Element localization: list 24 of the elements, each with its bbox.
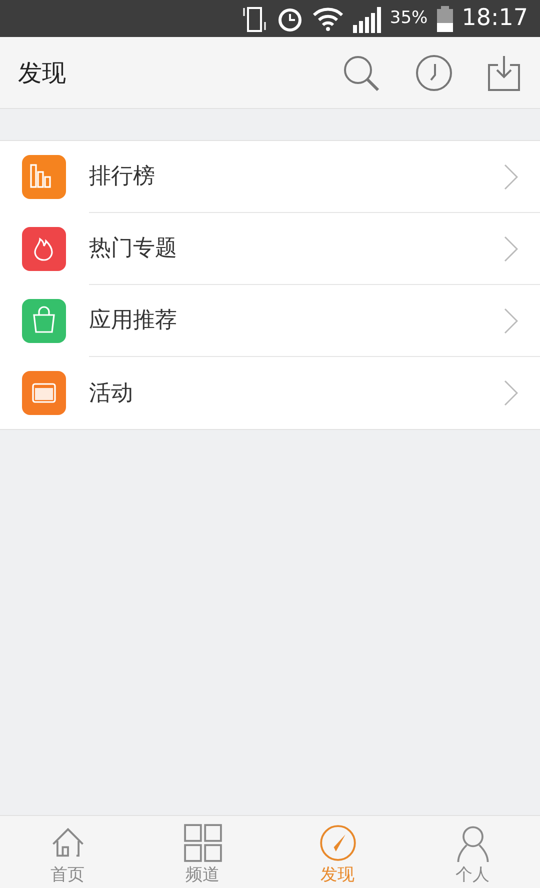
clock-icon[interactable] [416, 54, 452, 90]
menu-label: 应用推荐 [89, 307, 178, 335]
chevron-icon [504, 308, 518, 334]
search-icon[interactable] [342, 54, 380, 92]
chevron-icon [504, 164, 518, 190]
menu-item[interactable]: 热门专题 [0, 213, 540, 285]
grid-icon [184, 824, 222, 862]
battery-icon [436, 4, 454, 32]
menu-item[interactable]: 应用推荐 [0, 285, 540, 357]
signal-icon [352, 4, 382, 32]
menu-label: 活动 [89, 380, 134, 408]
battery-percent: 35% [390, 6, 428, 30]
menu-item[interactable]: 活动 [0, 357, 540, 429]
compass-icon [318, 824, 356, 862]
wifi-icon [312, 6, 344, 32]
page-title: 发现 [18, 58, 67, 88]
download-icon[interactable] [488, 54, 520, 90]
chevron-icon [504, 380, 518, 406]
vibrate-icon [242, 4, 268, 32]
menu-label: 热门专题 [89, 235, 178, 263]
menu-label: 排行榜 [89, 163, 156, 191]
menu-item[interactable]: 排行榜 [0, 141, 540, 213]
chevron-icon [504, 236, 518, 262]
clock-time: 18:17 [462, 4, 528, 34]
